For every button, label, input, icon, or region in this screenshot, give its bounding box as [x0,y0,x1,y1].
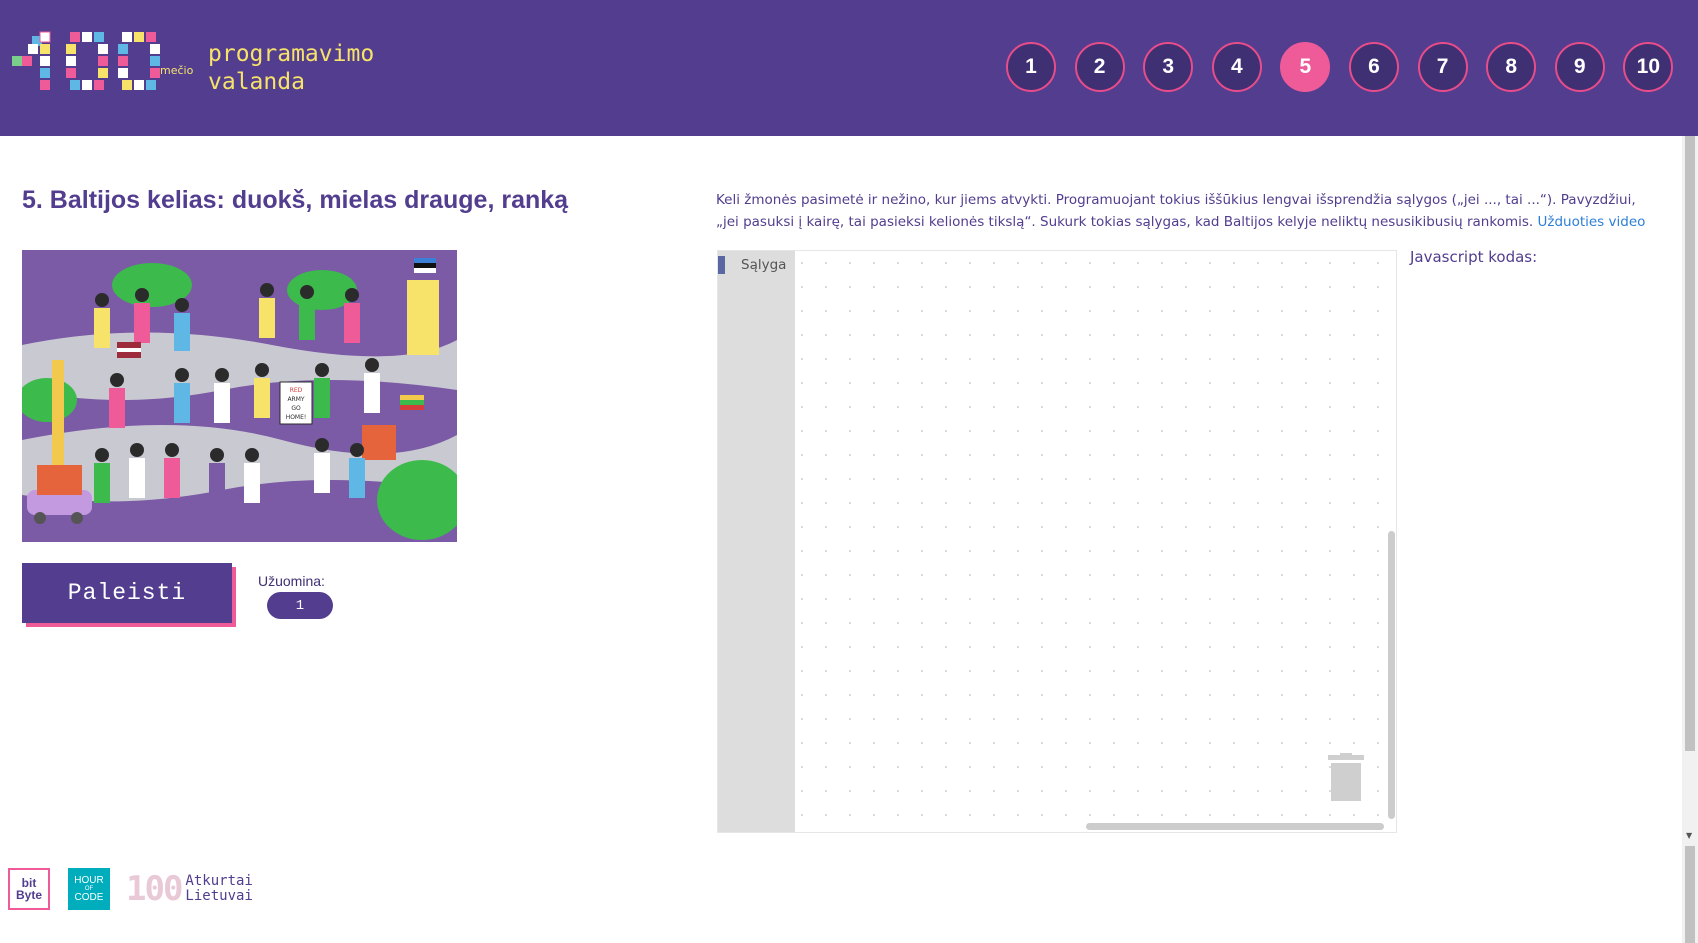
logo-suffix: mečio [160,64,194,77]
level-7-button[interactable]: 7 [1417,42,1468,92]
workspace-horizontal-scrollbar[interactable] [1086,823,1384,830]
workspace-vertical-scrollbar[interactable] [1388,531,1395,819]
page-scrollbar[interactable]: ▼ [1682,136,1698,943]
level-5-button[interactable]: 5 [1280,42,1331,92]
task-video-link[interactable]: Užduoties video [1537,214,1645,230]
logo-digit-0-b [118,32,160,90]
atkurtai-words: Atkurtai Lietuvai [185,874,252,904]
atkurtai-lietuvai-logo[interactable]: 100 Atkurtai Lietuvai [126,869,253,909]
blockly-workspace[interactable]: Sąlyga [717,250,1397,833]
toolbox-category-condition[interactable]: Sąlyga [718,255,795,275]
sign-line-4: HOME! [286,414,307,421]
sign-line-3: GO [291,405,301,412]
hoc-top: HOUR [74,874,104,886]
javascript-code-label: Javascript kodas: [1410,248,1538,266]
bit-and-byte-logo[interactable]: bit Byte [8,868,50,910]
hint-label: Užuomina: [258,573,325,589]
hint-button[interactable]: 1 [267,592,333,619]
level-9-button[interactable]: 9 [1554,42,1605,92]
page-scrollbar-thumb[interactable] [1685,136,1695,751]
sign-line-1: RED [290,387,303,394]
atkurtai-line-1: Atkurtai [185,873,253,889]
sign-line-2: ARMY [287,396,304,403]
level-4-button[interactable]: 4 [1211,42,1262,92]
level-2-button[interactable]: 2 [1074,42,1125,92]
category-color-swatch [718,256,725,274]
atkurtai-line-2: Lietuvai [185,888,253,904]
logo-digit-0-a [66,32,108,90]
hoc-bottom: CODE [74,891,104,903]
baltic-way-illustration: RED ARMY GO HOME! [22,250,457,542]
header-bar: mečio programavimo valanda 1 2 3 4 5 6 7… [0,0,1698,136]
page-scrollbar-lower-thumb[interactable] [1685,846,1695,943]
run-button[interactable]: Paleisti [22,563,232,623]
level-6-button[interactable]: 6 [1348,42,1399,92]
atkurtai-number: 100 [126,869,183,909]
task-description: Keli žmonės pasimetė ir nežino, kur jiem… [716,189,1646,233]
bitbyte-bottom: Byte [15,888,42,902]
scroll-down-arrow-icon[interactable]: ▼ [1686,831,1692,840]
task-description-text: Keli žmonės pasimetė ir nežino, kur jiem… [716,192,1636,230]
level-8-button[interactable]: 8 [1486,42,1537,92]
hour-of-code-logo[interactable]: HOUR OF CODE [68,868,110,910]
logo-digit-1 [12,31,51,90]
blockly-toolbox: Sąlyga [718,251,795,832]
level-10-button[interactable]: 10 [1623,42,1674,92]
trash-can-icon[interactable] [1328,753,1364,803]
toolbox-category-label: Sąlyga [741,257,787,273]
task-title: 5. Baltijos kelias: duokš, mielas drauge… [22,186,569,214]
level-1-button[interactable]: 1 [1006,42,1056,92]
footer-logos: bit Byte HOUR OF CODE 100 Atkurtai Lietu… [8,868,253,910]
logo-line-1: programavimo [208,41,375,67]
level-3-button[interactable]: 3 [1143,42,1194,92]
logo-tagline: programavimo valanda [208,40,374,96]
level-navigation: 1 2 3 4 5 6 7 8 9 10 [1006,42,1674,92]
logo-line-2: valanda [208,69,305,95]
